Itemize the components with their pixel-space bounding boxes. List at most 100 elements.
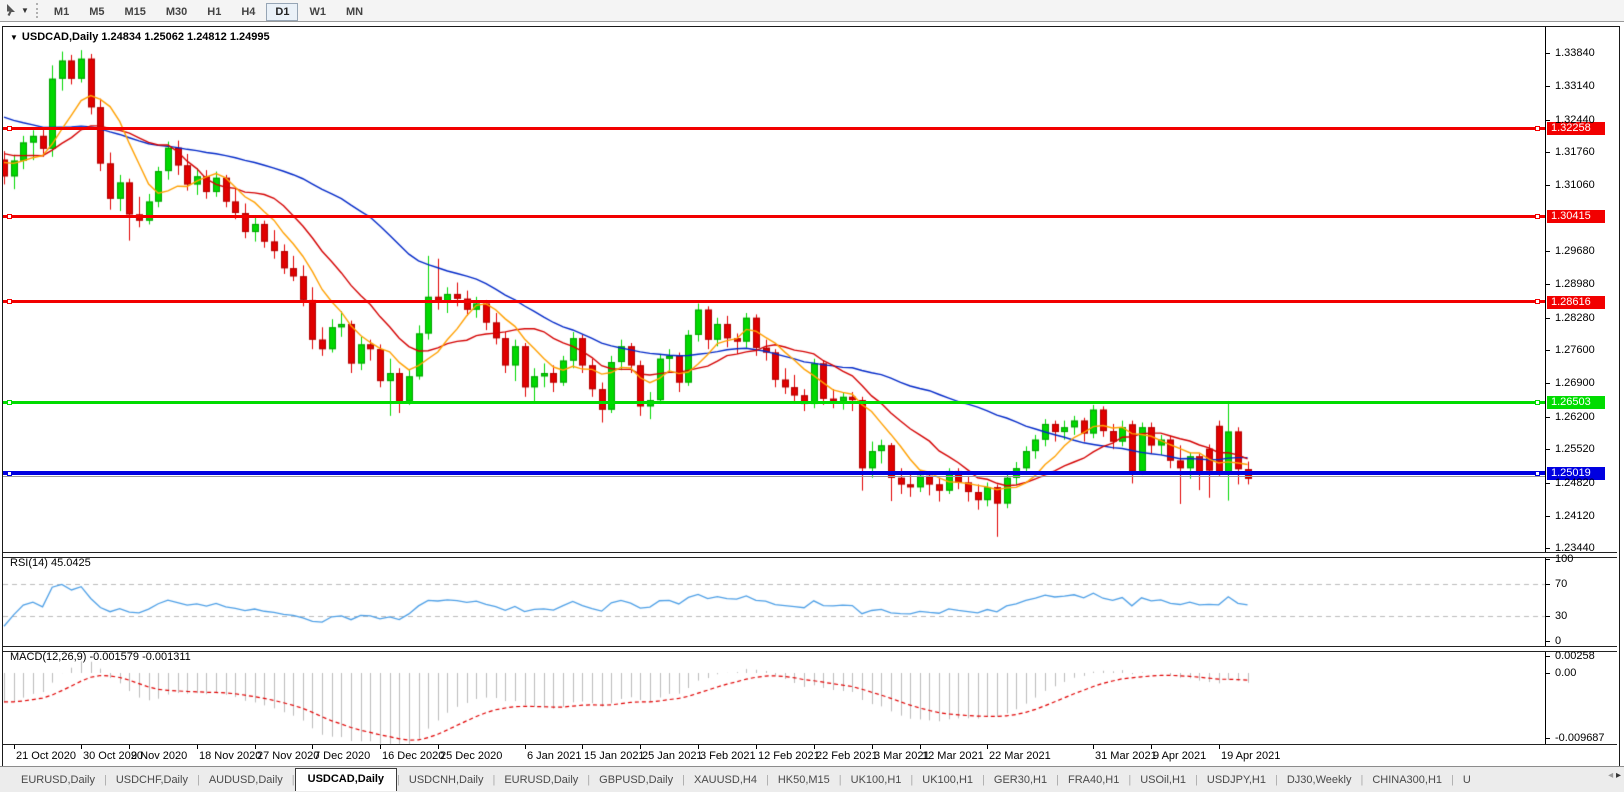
symbol-tab-uk100-h1[interactable]: UK100,H1 bbox=[913, 771, 982, 789]
timeframe-button-w1[interactable]: W1 bbox=[300, 3, 335, 21]
date-axis-label: 31 Mar 2021 bbox=[1095, 750, 1157, 762]
symbol-tab-u[interactable]: U bbox=[1454, 771, 1480, 789]
rsi-label: RSI(14) 45.0425 bbox=[10, 557, 91, 569]
price-axis-label-tick bbox=[1546, 383, 1550, 384]
timeframe-button-m15[interactable]: M15 bbox=[115, 3, 154, 21]
rsi-axis-label: 70 bbox=[1555, 578, 1568, 590]
chart-title: ▼ USDCAD,Daily 1.24834 1.25062 1.24812 1.… bbox=[10, 31, 270, 43]
date-tick bbox=[438, 745, 439, 749]
symbol-tab-gbpusd-daily[interactable]: GBPUSD,Daily bbox=[590, 771, 682, 789]
symbol-tab-audusd-daily[interactable]: AUDUSD,Daily bbox=[200, 771, 292, 789]
timeframe-button-h4[interactable]: H4 bbox=[232, 3, 264, 21]
date-axis-label: 6 Jan 2021 bbox=[527, 750, 582, 762]
date-tick bbox=[129, 745, 130, 749]
date-axis-label: 21 Oct 2020 bbox=[16, 750, 76, 762]
price-axis-label-tick bbox=[1546, 483, 1550, 484]
symbol-tab-eurusd-daily[interactable]: EURUSD,Daily bbox=[495, 771, 587, 789]
symbol-tab-usdcad-daily[interactable]: USDCAD,Daily bbox=[294, 767, 398, 791]
line-handle[interactable] bbox=[7, 126, 12, 131]
symbol-tab-eurusd-daily[interactable]: EURUSD,Daily bbox=[12, 771, 104, 789]
date-tick bbox=[255, 745, 256, 749]
symbol-tab-usdcnh-daily[interactable]: USDCNH,Daily bbox=[400, 771, 493, 789]
chart-title-text: USDCAD,Daily 1.24834 1.25062 1.24812 1.2… bbox=[21, 31, 270, 43]
line-handle[interactable] bbox=[1535, 470, 1540, 476]
price-axis-label-tick bbox=[1546, 318, 1550, 319]
rsi-axis-label: 0 bbox=[1555, 635, 1562, 647]
symbol-tab-china300-h1[interactable]: CHINA300,H1 bbox=[1363, 771, 1451, 789]
line-handle[interactable] bbox=[7, 400, 12, 405]
price-axis-label-tick bbox=[1546, 350, 1550, 351]
symbol-tab-bar: EURUSD,Daily | USDCHF,Daily | AUDUSD,Daily | U… bbox=[0, 766, 1624, 792]
symbol-tab-ger30-h1[interactable]: GER30,H1 bbox=[985, 771, 1056, 789]
chart-window: ▼ USDCAD,Daily 1.24834 1.25062 1.24812 1.… bbox=[2, 26, 1620, 767]
chevron-down-icon[interactable]: ▼ bbox=[21, 6, 29, 15]
price-axis-label-tick bbox=[1546, 284, 1550, 285]
symbol-dropdown-icon[interactable]: ▼ bbox=[10, 33, 18, 42]
toolbar-grip bbox=[35, 3, 38, 18]
timeframe-button-m30[interactable]: M30 bbox=[157, 3, 196, 21]
tab-scroll-left-icon[interactable]: ◂ bbox=[1608, 770, 1613, 781]
price-axis-label: 1.26200 bbox=[1555, 411, 1595, 423]
date-tick bbox=[582, 745, 583, 749]
date-axis-label: 19 Apr 2021 bbox=[1221, 750, 1281, 762]
resistance-line-1.30415[interactable] bbox=[3, 214, 1545, 219]
date-axis-label: 22 Feb 2021 bbox=[816, 750, 878, 762]
price-axis-label-tick bbox=[1546, 185, 1550, 186]
price-axis-label-tick bbox=[1546, 417, 1550, 418]
line-handle[interactable] bbox=[1535, 400, 1540, 405]
line-handle[interactable] bbox=[1535, 299, 1540, 304]
macd-panel-splitter[interactable] bbox=[3, 646, 1617, 652]
timeframe-toolbar: ▼ M1 M5 M15 M30 H1 H4 D1 W1 MN bbox=[0, 0, 1624, 22]
date-tick bbox=[987, 745, 988, 749]
line-handle[interactable] bbox=[7, 299, 12, 304]
macd-axis-label-tick bbox=[1546, 656, 1550, 657]
date-axis-label: 27 Nov 2020 bbox=[257, 750, 320, 762]
date-axis-label: 3 Feb 2021 bbox=[700, 750, 756, 762]
price-axis-label: 1.28280 bbox=[1555, 312, 1595, 324]
price-axis-label: 1.27600 bbox=[1555, 344, 1595, 356]
price-badge-1.30415: 1.30415 bbox=[1547, 210, 1605, 223]
cursor-tool-icon[interactable] bbox=[4, 3, 20, 18]
line-handle[interactable] bbox=[7, 470, 12, 476]
macd-axis-label-tick bbox=[1546, 738, 1550, 739]
line-handle[interactable] bbox=[1535, 126, 1540, 131]
date-axis-label: 15 Jan 2021 bbox=[584, 750, 645, 762]
price-axis-label: 1.31760 bbox=[1555, 146, 1595, 158]
symbol-tab-dj30-weekly[interactable]: DJ30,Weekly bbox=[1278, 771, 1361, 789]
date-tick bbox=[698, 745, 699, 749]
symbol-tab-fra40-h1[interactable]: FRA40,H1 bbox=[1059, 771, 1128, 789]
price-axis-label: 1.32440 bbox=[1555, 114, 1595, 126]
timeframe-button-m5[interactable]: M5 bbox=[80, 3, 113, 21]
date-tick bbox=[380, 745, 381, 749]
mt4-terminal: ▼ M1 M5 M15 M30 H1 H4 D1 W1 MN ▼ USDCAD,Daily 1.2… bbox=[0, 0, 1624, 792]
price-axis-label: 1.24120 bbox=[1555, 510, 1595, 522]
resistance-line-1.26503[interactable] bbox=[3, 400, 1545, 405]
symbol-tab-usdchf-daily[interactable]: USDCHF,Daily bbox=[107, 771, 197, 789]
date-axis-label: 16 Dec 2020 bbox=[382, 750, 445, 762]
support-line-1.25019[interactable] bbox=[3, 470, 1545, 476]
timeframe-button-mn[interactable]: MN bbox=[337, 3, 372, 21]
date-axis-border bbox=[3, 744, 1617, 745]
rsi-axis-label-tick bbox=[1546, 641, 1550, 642]
macd-axis-label: -0.009687 bbox=[1555, 732, 1605, 744]
line-handle[interactable] bbox=[1535, 214, 1540, 219]
symbol-tab-usdjpy-h1[interactable]: USDJPY,H1 bbox=[1198, 771, 1275, 789]
date-axis-label: 9 Apr 2021 bbox=[1153, 750, 1207, 762]
price-chart-canvas[interactable] bbox=[3, 27, 1617, 764]
tab-scroll-right-icon[interactable]: ▸ bbox=[1616, 770, 1621, 781]
timeframe-buttons: M1 M5 M15 M30 H1 H4 D1 W1 MN bbox=[44, 2, 373, 21]
rsi-axis-label-tick bbox=[1546, 616, 1550, 617]
timeframe-button-d1[interactable]: D1 bbox=[266, 2, 299, 21]
resistance-line-1.28616[interactable] bbox=[3, 299, 1545, 304]
date-axis-label: 22 Mar 2021 bbox=[989, 750, 1051, 762]
symbol-tab-uk100-h1[interactable]: UK100,H1 bbox=[842, 771, 911, 789]
resistance-line-1.32258[interactable] bbox=[3, 126, 1545, 131]
price-axis-label: 1.31060 bbox=[1555, 179, 1595, 191]
timeframe-button-m1[interactable]: M1 bbox=[45, 3, 78, 21]
symbol-tab-xauusd-h4[interactable]: XAUUSD,H4 bbox=[685, 771, 766, 789]
rsi-panel-splitter[interactable] bbox=[3, 552, 1617, 558]
timeframe-button-h1[interactable]: H1 bbox=[198, 3, 230, 21]
symbol-tab-hk50-m15[interactable]: HK50,M15 bbox=[769, 771, 839, 789]
symbol-tab-usoil-h1[interactable]: USOil,H1 bbox=[1131, 771, 1195, 789]
line-handle[interactable] bbox=[7, 214, 12, 219]
